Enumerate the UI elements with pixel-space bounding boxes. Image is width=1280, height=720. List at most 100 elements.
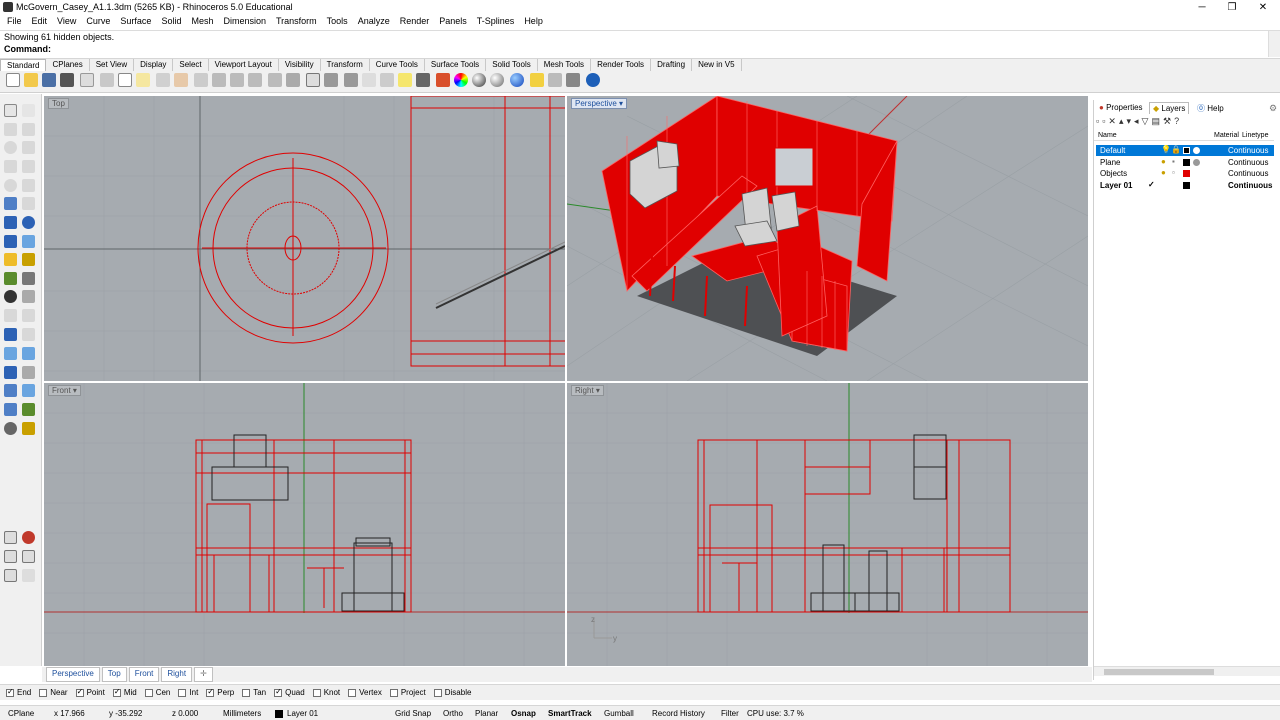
copy-icon[interactable] xyxy=(118,73,132,87)
gear-icon[interactable] xyxy=(4,550,17,563)
layer-help-icon[interactable]: ? xyxy=(1174,116,1182,126)
osnap-int-checkbox[interactable] xyxy=(178,688,187,697)
osnap-mid[interactable]: Mid xyxy=(112,687,137,697)
scrollbar-thumb[interactable] xyxy=(1104,669,1214,675)
trim-icon[interactable] xyxy=(4,272,17,285)
menu-curve[interactable]: Curve xyxy=(81,15,115,29)
tab-curve-tools[interactable]: Curve Tools xyxy=(370,59,425,71)
osnap-knot[interactable]: Knot xyxy=(312,688,340,697)
layer-color-swatch[interactable] xyxy=(1183,159,1190,166)
osnap-disable-checkbox[interactable] xyxy=(433,688,442,697)
mesh-icon[interactable] xyxy=(4,366,17,379)
cylinder-solid-icon[interactable] xyxy=(4,235,17,248)
paste-icon[interactable] xyxy=(136,73,150,87)
menu-tsplines[interactable]: T-Splines xyxy=(472,15,520,29)
current-layer-check-icon[interactable]: ✓ xyxy=(1148,180,1155,189)
panel-tab-properties[interactable]: ● Properties xyxy=(1096,102,1146,113)
polygon-icon[interactable] xyxy=(4,160,17,173)
front-viewport[interactable]: Front ▾ xyxy=(44,383,565,666)
tab-surface-tools[interactable]: Surface Tools xyxy=(425,59,487,71)
tools-icon[interactable] xyxy=(566,73,580,87)
curve-icon[interactable] xyxy=(22,123,35,136)
circle-icon[interactable] xyxy=(4,141,17,154)
layer-color-swatch[interactable] xyxy=(1183,182,1190,189)
tab-visibility[interactable]: Visibility xyxy=(279,59,321,71)
osnap-end-checkbox[interactable] xyxy=(6,687,14,697)
tools-wrench-icon[interactable]: ⚒ xyxy=(1163,116,1174,126)
zoom-extents-icon[interactable] xyxy=(248,73,262,87)
menu-surface[interactable]: Surface xyxy=(115,15,156,29)
osnap-mid-checkbox[interactable] xyxy=(112,687,121,697)
zoom-selected-icon[interactable] xyxy=(268,73,282,87)
boolean-icon[interactable] xyxy=(22,235,35,248)
column-material[interactable]: Material xyxy=(1214,132,1239,139)
fillet-icon[interactable] xyxy=(22,197,35,210)
layer-row-default[interactable]: Default 💡 🔒 Continuous xyxy=(1096,145,1274,156)
show-icon[interactable] xyxy=(380,73,394,87)
tab-cplanes[interactable]: CPlanes xyxy=(46,59,90,71)
stop-icon[interactable] xyxy=(22,531,35,544)
osnap-end[interactable]: End xyxy=(6,687,31,697)
osnap-toggle[interactable]: Osnap xyxy=(511,709,536,718)
brush-icon[interactable] xyxy=(22,422,35,435)
project-icon[interactable] xyxy=(4,384,17,397)
viewport-label-front[interactable]: Front ▾ xyxy=(48,385,81,396)
ellipse-icon[interactable] xyxy=(4,179,17,192)
object-properties-icon[interactable] xyxy=(454,73,468,87)
osnap-disable[interactable]: Disable xyxy=(433,688,471,697)
osnap-tan-checkbox[interactable] xyxy=(242,688,251,697)
viewport-label-top[interactable]: Top xyxy=(48,98,69,109)
osnap-point[interactable]: Point xyxy=(75,687,105,697)
right-viewport[interactable]: Right ▾ z y xyxy=(567,383,1088,666)
tab-display[interactable]: Display xyxy=(134,59,174,71)
osnap-near[interactable]: Near xyxy=(39,688,68,697)
join-icon[interactable] xyxy=(22,253,35,266)
menu-file[interactable]: File xyxy=(2,15,27,29)
offset-curve-icon[interactable] xyxy=(22,179,35,192)
import-icon[interactable] xyxy=(80,73,94,87)
lights-icon[interactable] xyxy=(530,73,544,87)
layer-row-layer-01[interactable]: Layer 01 ✓ Continuous xyxy=(1096,180,1274,191)
move-icon[interactable] xyxy=(22,290,35,303)
point-icon[interactable] xyxy=(22,104,35,117)
mirror-icon[interactable] xyxy=(22,347,35,360)
viewport-tab-top[interactable]: Top xyxy=(101,667,127,682)
viewport-label-right[interactable]: Right ▾ xyxy=(571,385,604,396)
osnap-tan[interactable]: Tan xyxy=(242,688,266,697)
layer-linetype[interactable]: Continuous xyxy=(1228,169,1268,178)
perspective-viewport[interactable]: Perspective ▾ xyxy=(567,96,1088,381)
layer-settings-icon[interactable]: ▤ xyxy=(1151,116,1163,126)
viewport-tab-front[interactable]: Front xyxy=(128,667,160,682)
osnap-perp-checkbox[interactable] xyxy=(206,687,215,697)
osnap-project-checkbox[interactable] xyxy=(389,688,398,697)
layer-linetype[interactable]: Continuous xyxy=(1228,181,1272,190)
tab-viewport-layout[interactable]: Viewport Layout xyxy=(209,59,279,71)
analyze-icon[interactable] xyxy=(22,366,35,379)
options-icon[interactable] xyxy=(548,73,562,87)
polyline-icon[interactable] xyxy=(4,123,17,136)
osnap-cen[interactable]: Cen xyxy=(144,688,170,697)
group-icon[interactable] xyxy=(4,290,17,303)
material-icon[interactable] xyxy=(510,73,524,87)
tab-standard[interactable]: Standard xyxy=(0,59,47,71)
rotate-icon[interactable] xyxy=(4,309,17,322)
osnap-near-checkbox[interactable] xyxy=(39,688,48,697)
osnap-cen-checkbox[interactable] xyxy=(144,688,153,697)
menu-dimension[interactable]: Dimension xyxy=(218,15,271,29)
sphere-solid-icon[interactable] xyxy=(22,216,35,229)
zoom-icon[interactable] xyxy=(212,73,226,87)
viewport-tab-right[interactable]: Right xyxy=(161,667,193,682)
menu-view[interactable]: View xyxy=(52,15,81,29)
viewport-label-perspective[interactable]: Perspective ▾ xyxy=(571,98,628,109)
tab-render-tools[interactable]: Render Tools xyxy=(591,59,652,71)
status-cplane[interactable]: CPlane xyxy=(8,709,34,718)
top-viewport[interactable]: Top xyxy=(44,96,565,381)
material-swatch[interactable] xyxy=(1193,159,1200,166)
viewport-tab-perspective[interactable]: Perspective xyxy=(46,667,100,682)
new-file-icon[interactable] xyxy=(6,73,20,87)
undo-icon[interactable] xyxy=(156,73,170,87)
save-icon[interactable] xyxy=(42,73,56,87)
grasshopper-icon[interactable] xyxy=(4,531,17,544)
material-swatch[interactable] xyxy=(1193,147,1200,154)
menu-panels[interactable]: Panels xyxy=(434,15,472,29)
